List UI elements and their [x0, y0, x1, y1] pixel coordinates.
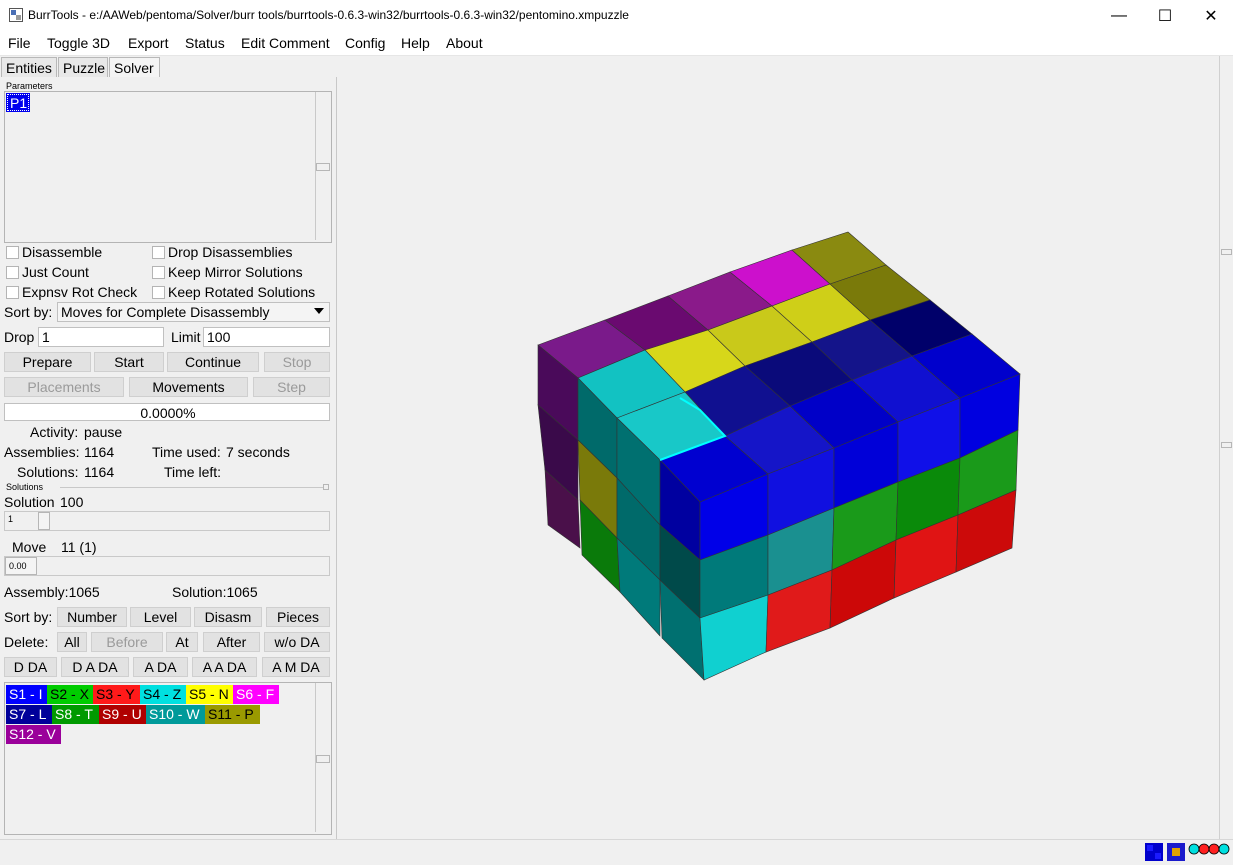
- color-dots-icon[interactable]: [1188, 843, 1233, 855]
- grid-view-icon[interactable]: [1145, 843, 1163, 861]
- puzzle-cube-render: [537, 231, 1021, 681]
- piece-view-icon[interactable]: [1167, 843, 1185, 861]
- status-bar: [0, 839, 1233, 865]
